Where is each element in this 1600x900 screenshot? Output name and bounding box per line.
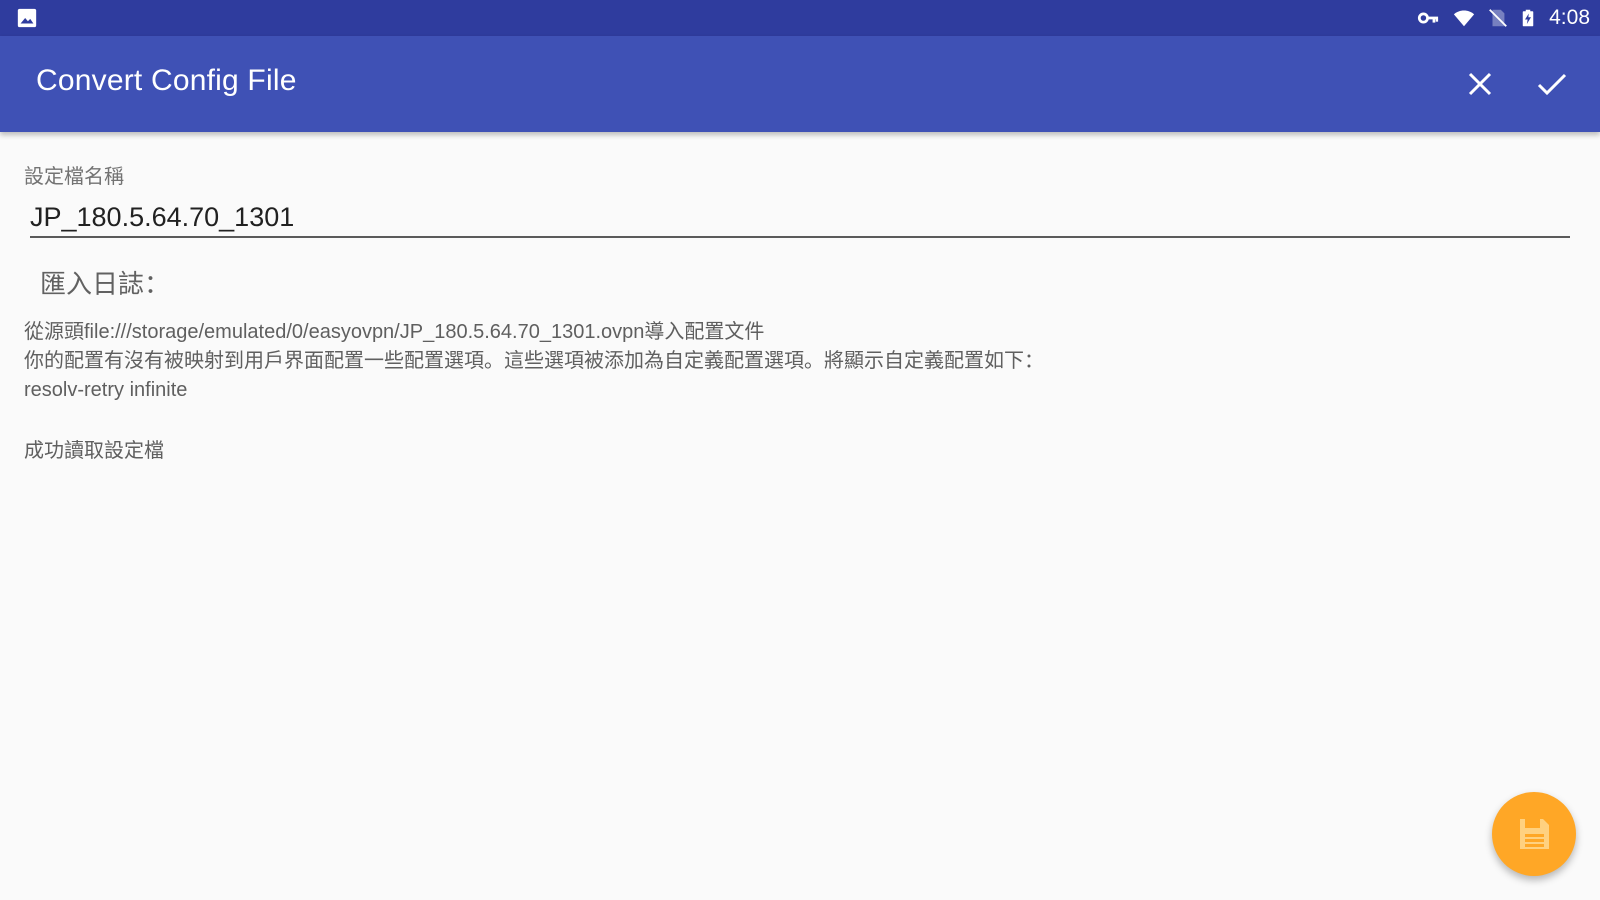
import-log: 從源頭file:///storage/emulated/0/easyovpn/J… [24,318,1044,405]
cancel-button[interactable] [1458,62,1502,106]
close-icon [1468,72,1492,96]
save-file-icon [1520,819,1549,849]
content-area: 設定檔名稱 匯入日誌： 從源頭file:///storage/emulated/… [0,132,1600,900]
profile-name-label: 設定檔名稱 [24,164,124,188]
log-line: resolv-retry infinite [24,379,188,401]
app-title: Convert Config File [36,64,297,97]
wifi-icon [1454,10,1475,27]
status-time: 4:08 [1549,6,1590,29]
import-log-heading: 匯入日誌： [40,270,171,300]
status-icons: 4:08 [1415,0,1590,36]
no-sim-icon [1489,9,1508,27]
profile-name-input[interactable] [30,198,1570,238]
log-line: 從源頭file:///storage/emulated/0/easyovpn/J… [24,321,765,343]
import-success-message: 成功讀取設定檔 [24,438,164,462]
vpn-key-icon [1418,12,1439,24]
image-notification-icon [17,8,37,28]
confirm-button[interactable] [1530,62,1574,106]
status-bar: 4:08 [0,0,1600,36]
battery-charging-icon [1522,9,1534,27]
log-line: 你的配置有沒有被映射到用戶界面配置一些配置選項。這些選項被添加為自定義配置選項。… [24,350,1044,372]
check-icon [1537,73,1567,96]
save-fab-button[interactable] [1492,792,1576,876]
app-bar: Convert Config File [0,36,1600,132]
